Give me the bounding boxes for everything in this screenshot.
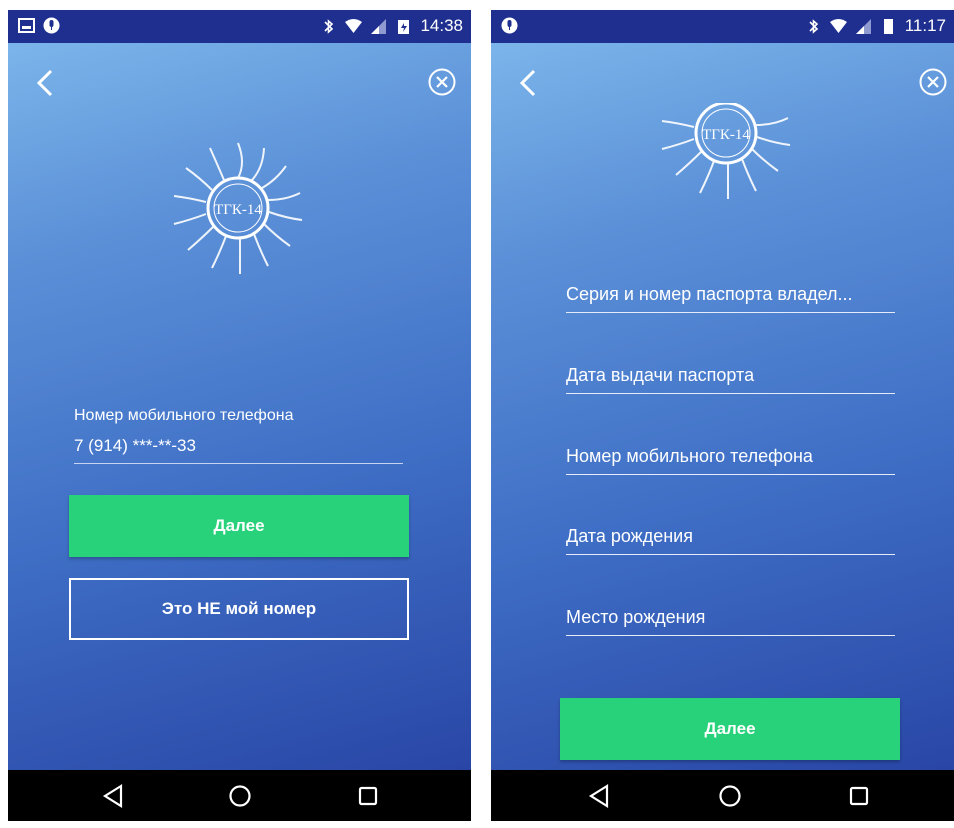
phone-screen-right: 11:17 ТГК-14 Серия и номер паспорта влад… [491, 10, 954, 821]
back-chevron-icon[interactable] [34, 69, 58, 97]
status-time: 14:38 [420, 16, 463, 35]
status-bar: 11:17 [491, 10, 954, 43]
phone-value[interactable]: 7 (914) ***-**-33 [74, 436, 196, 456]
mic-icon [501, 17, 518, 34]
birth-place-field[interactable]: Место рождения [566, 600, 895, 636]
mic-icon [43, 17, 60, 34]
wifi-icon [829, 18, 847, 33]
birth-date-field[interactable]: Дата рождения [566, 519, 895, 555]
mobile-phone-placeholder: Номер мобильного телефона [566, 446, 813, 466]
recents-square-icon[interactable] [846, 783, 872, 809]
back-chevron-icon[interactable] [517, 69, 541, 97]
logo-text: ТГК-14 [702, 127, 750, 143]
home-circle-icon[interactable] [717, 783, 743, 809]
mobile-phone-field[interactable]: Номер мобильного телефона [566, 439, 895, 475]
login-screen: ТГК-14 Номер мобильного телефона 7 (914)… [8, 43, 471, 770]
passport-issue-date-field[interactable]: Дата выдачи паспорта [566, 358, 895, 394]
home-circle-icon[interactable] [227, 783, 253, 809]
status-bar: 14:38 [8, 10, 471, 43]
passport-issue-date-placeholder: Дата выдачи паспорта [566, 365, 755, 385]
birth-date-placeholder: Дата рождения [566, 526, 693, 546]
bluetooth-icon [809, 18, 818, 34]
status-time: 11:17 [904, 16, 946, 35]
back-triangle-icon[interactable] [101, 783, 127, 809]
next-button[interactable]: Далее [560, 698, 900, 760]
registration-screen: ТГК-14 Серия и номер паспорта владел... … [491, 43, 954, 770]
gallery-icon [18, 18, 35, 33]
company-logo: ТГК-14 [661, 103, 791, 199]
company-logo: ТГК-14 [173, 142, 303, 274]
close-icon[interactable] [427, 67, 457, 97]
recents-square-icon[interactable] [355, 783, 381, 809]
system-nav-bar [491, 770, 954, 821]
phone-underline [74, 463, 403, 464]
field-underline [566, 393, 895, 394]
bluetooth-icon [324, 18, 334, 34]
signal-icon [371, 18, 387, 34]
phone-label: Номер мобильного телефона [74, 407, 294, 424]
passport-number-field[interactable]: Серия и номер паспорта владел... [566, 277, 895, 313]
signal-icon [855, 18, 871, 34]
field-underline [566, 312, 895, 313]
battery-icon [883, 18, 893, 34]
birth-place-placeholder: Место рождения [566, 607, 706, 627]
system-nav-bar [8, 770, 471, 821]
close-icon[interactable] [918, 67, 948, 97]
wifi-icon [345, 18, 363, 33]
field-underline [566, 635, 895, 636]
back-triangle-icon[interactable] [587, 783, 613, 809]
battery-icon [398, 19, 410, 34]
next-button[interactable]: Далее [69, 495, 409, 557]
field-underline [566, 554, 895, 555]
field-underline [566, 474, 895, 475]
passport-number-placeholder: Серия и номер паспорта владел... [566, 284, 853, 304]
logo-text: ТГК-14 [214, 202, 262, 218]
phone-screen-left: 14:38 ТГК-14 Номер мобильного телефона 7… [8, 10, 471, 821]
not-my-number-button[interactable]: Это НЕ мой номер [69, 578, 409, 640]
